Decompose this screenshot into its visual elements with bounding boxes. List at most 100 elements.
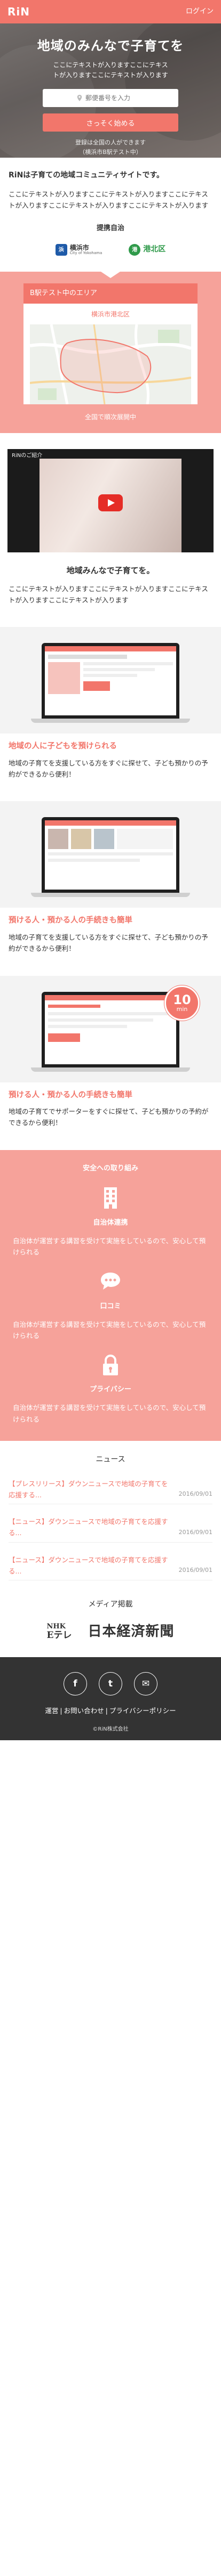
intro-text: ここにテキストが入りますここにテキストが入りますここにテキストが入りますここにテ… xyxy=(9,190,209,210)
laptop-screen xyxy=(42,817,179,893)
laptop-screen xyxy=(42,643,179,719)
community-text: ここにテキストが入りますここにテキストが入りますここにテキストが入りますここにテ… xyxy=(9,584,208,605)
ten-minute-badge: 10 min xyxy=(164,985,200,1021)
facebook-icon[interactable]: f xyxy=(64,1672,87,1696)
safety-text-gov: 自治体が運営する講習を受けて実施をしているので、安心して預けられる xyxy=(13,1236,206,1257)
news-item-date: 2016/09/01 xyxy=(178,1490,212,1498)
mail-icon[interactable]: ✉ xyxy=(134,1672,157,1696)
feature-title-1: 地域の人に子どもを預けられる xyxy=(9,742,117,751)
safety-section: 安全への取り組み 自治体連携 自治体が運営する講習を受けて実施をしているので、安… xyxy=(0,1150,221,1441)
media-title: メディア掲載 xyxy=(88,1600,133,1609)
safety-title: 安全への取り組み xyxy=(82,1164,138,1172)
hero-note-line-1: 登録は全国の人ができます xyxy=(75,139,146,146)
screen-content xyxy=(45,820,176,890)
partner-gov-title: 提携自治 xyxy=(96,224,124,233)
feature-text-2: 地域の子育てを支援している方をすぐに探せて、子ども預かりの予約ができるから便利！ xyxy=(9,933,208,953)
community-title: 地域みんなで子育てを。 xyxy=(66,566,155,576)
screen-content xyxy=(45,646,176,716)
feature-title-2: 預ける人・預かる人の手続きも簡単 xyxy=(9,916,132,925)
play-icon[interactable] xyxy=(98,494,123,512)
safety-text-privacy: 自治体が運営する講習を受けて実施をしているので、安心して預けられる xyxy=(13,1404,206,1423)
intro-section: RiNは子育ての地域コミュニティサイトです。 ここにテキストが入りますここにテキ… xyxy=(0,158,221,258)
safety-item-gov: 自治体連携 自治体が運営する講習を受けて実施をしているので、安心して預けられる xyxy=(13,1186,208,1258)
nhk-logo-top: NHK xyxy=(46,1622,66,1631)
news-item[interactable]: 【ニュース】ダウンニュースで地域の子育てを応援する... 2016/09/01 xyxy=(9,1554,212,1581)
map-graphic xyxy=(30,324,191,404)
social-links: f t ✉ xyxy=(0,1672,221,1696)
laptop-base xyxy=(31,893,190,898)
area-footnote: 全国で順次展開中 xyxy=(84,413,136,421)
area-card: B駅テスト中のエリア 横浜市港北区 xyxy=(23,283,198,404)
news-item-date: 2016/09/01 xyxy=(178,1528,212,1536)
nikkei-logo: 日本経済新聞 xyxy=(88,1623,175,1640)
twitter-icon[interactable]: t xyxy=(99,1672,122,1696)
lock-icon xyxy=(103,1355,118,1376)
zip-search-box[interactable] xyxy=(43,89,178,108)
feature-text-3: 地域の子育てでサポーターをすぐに探せて、子ども預かりの予約ができるから便利！ xyxy=(9,1107,209,1127)
area-section: B駅テスト中のエリア 横浜市港北区 全国で順次展開中 xyxy=(0,272,221,434)
safety-label-privacy: プライバシー xyxy=(90,1385,131,1394)
laptop-screen xyxy=(42,991,179,1067)
news-item[interactable]: 【プレスリリース】ダウンニュースで地域の子育てを応援する... 2016/09/… xyxy=(9,1478,212,1505)
feature-text-1: 地域の子育てを支援している方をすぐに探せて、子ども預かりの予約ができるから便利！ xyxy=(9,759,208,779)
speech-bubble-icon xyxy=(101,1273,120,1290)
yokohama-emblem-icon: 浜 xyxy=(55,244,67,256)
yokohama-subname: City of Yokohama xyxy=(69,251,102,256)
feature-image-3: 10 min xyxy=(0,975,221,1082)
hero-note: 登録は全国の人ができます （横浜市B駅テスト中） xyxy=(0,138,221,157)
safety-text-reviews: 自治体が運営する講習を受けて実施をしているので、安心して預けられる xyxy=(13,1320,206,1340)
news-item[interactable]: 【ニュース】ダウンニュースで地域の子育てを応援する... 2016/09/01 xyxy=(9,1516,212,1543)
screen-content xyxy=(45,994,176,1064)
login-link[interactable]: ログイン xyxy=(186,6,214,18)
hero-subtitle-line-1: ここにテキストが入りますここにテキス xyxy=(53,61,168,69)
nhk-logo-bottom: Eテレ xyxy=(46,1629,72,1641)
badge-unit: min xyxy=(176,1005,188,1013)
badge-number: 10 xyxy=(173,992,191,1007)
kohoku-name: 港北区 xyxy=(143,245,166,254)
building-icon xyxy=(104,1187,117,1209)
news-title: ニュース xyxy=(96,1455,125,1464)
kohoku-emblem-icon: 港 xyxy=(129,244,141,256)
safety-item-reviews: 口コミ 自治体が運営する講習を受けて実施をしているので、安心して預けられる xyxy=(13,1269,208,1341)
zip-code-input[interactable] xyxy=(85,94,144,102)
hero-title: 地域のみんなで子育てを xyxy=(37,38,184,53)
kohoku-logo: 港 港北区 xyxy=(129,243,165,256)
footer-links: 運営 | お問い合わせ | プライバシーポリシー xyxy=(45,1707,176,1715)
area-map[interactable] xyxy=(30,324,191,404)
hero-subtitle: ここにテキストが入りますここにテキス トが入りますここにテキストが入ります xyxy=(0,60,221,80)
news-item-date: 2016/09/01 xyxy=(178,1567,212,1574)
media-logos: NHK Eテレ 日本経済新聞 xyxy=(9,1620,212,1657)
yokohama-logo: 浜 横浜市 City of Yokohama xyxy=(55,244,102,256)
footer-link-company[interactable]: 運営 xyxy=(45,1707,58,1715)
yokohama-logo-text: 横浜市 City of Yokohama xyxy=(70,244,102,256)
feature-image-2 xyxy=(0,801,221,908)
laptop-mockup xyxy=(31,643,190,723)
location-pin-icon xyxy=(77,95,82,102)
hero-subtitle-line-2: トが入りますここにテキストが入ります xyxy=(53,71,168,79)
news-section: ニュース 【プレスリリース】ダウンニュースで地域の子育てを応援する... 201… xyxy=(0,1441,221,1657)
start-button[interactable]: さっそく始める xyxy=(43,113,178,132)
safety-label-reviews: 口コミ xyxy=(100,1302,121,1310)
section-divider-triangle xyxy=(101,272,120,279)
laptop-mockup xyxy=(31,817,190,898)
nhk-etele-logo: NHK Eテレ xyxy=(47,1623,72,1641)
feature-image-1 xyxy=(0,627,221,734)
laptop-base xyxy=(31,1067,190,1072)
site-header: RiN ログイン xyxy=(0,0,221,23)
site-footer: f t ✉ 運営 | お問い合わせ | プライバシーポリシー ©RiN株式会社 xyxy=(0,1657,221,1741)
safety-label-gov: 自治体連携 xyxy=(93,1218,128,1227)
intro-title: RiNは子育ての地域コミュニティサイトです。 xyxy=(9,171,164,180)
feature-title-3: 預ける人・預かる人の手続きも簡単 xyxy=(9,1090,132,1099)
copyright: ©RiN株式会社 xyxy=(92,1726,129,1733)
area-card-heading: B駅テスト中のエリア xyxy=(23,283,198,304)
footer-link-privacy[interactable]: プライバシーポリシー xyxy=(109,1707,176,1715)
area-card-subheading: 横浜市港北区 xyxy=(91,311,130,319)
intro-video[interactable]: RiNのご紹介 xyxy=(7,449,214,553)
rin-logo[interactable]: RiN xyxy=(7,3,30,21)
partner-gov-logos: 浜 横浜市 City of Yokohama 港 港北区 xyxy=(9,242,212,258)
safety-item-privacy: プライバシー 自治体が運営する講習を受けて実施をしているので、安心して預けられる xyxy=(13,1353,208,1425)
hero-note-line-2: （横浜市B駅テスト中） xyxy=(79,148,142,156)
hero-section: 地域のみんなで子育てを ここにテキストが入りますここにテキス トが入りますここに… xyxy=(0,23,221,158)
laptop-base xyxy=(31,719,190,723)
footer-link-contact[interactable]: お問い合わせ xyxy=(64,1707,104,1715)
